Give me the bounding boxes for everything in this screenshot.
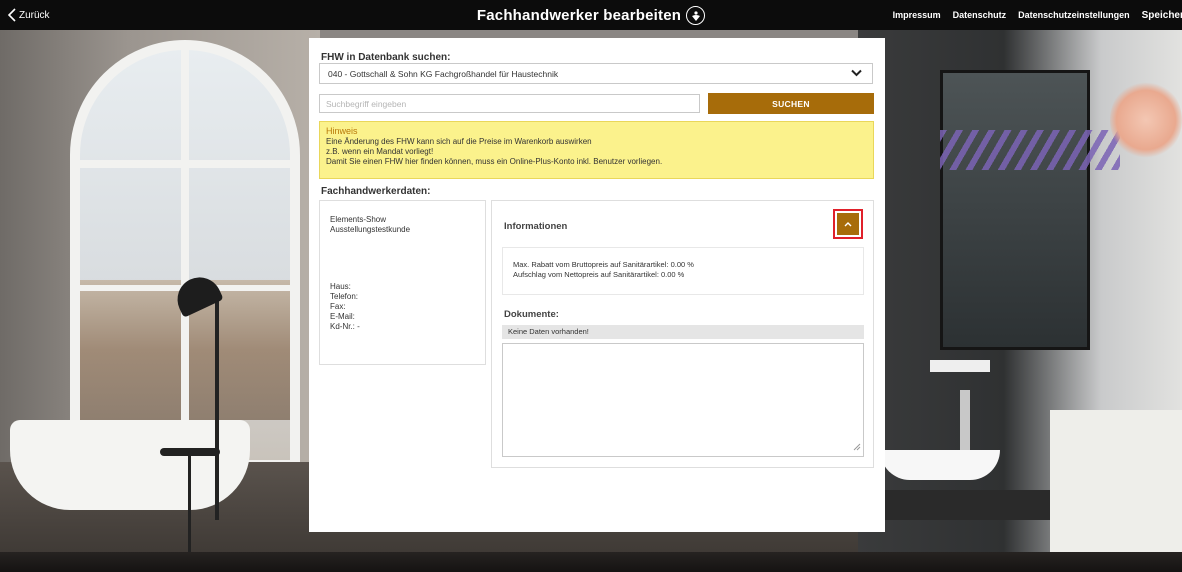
- scene-window-transom: [80, 160, 290, 168]
- hint-line: Damit Sie einen FHW hier finden können, …: [326, 157, 663, 166]
- scene-cabinet: [1050, 410, 1182, 570]
- documents-textarea[interactable]: [502, 343, 864, 457]
- search-input[interactable]: [319, 94, 700, 113]
- fhw-database-select[interactable]: 040 - Gottschall & Sohn KG Fachgroßhande…: [319, 63, 873, 84]
- scene-sink: [880, 450, 1000, 480]
- max-discount-text: Max. Rabatt vom Bruttopreis auf Sanitära…: [513, 260, 694, 269]
- scene-stool-leg: [188, 454, 191, 554]
- info-title: Informationen: [504, 221, 568, 232]
- fhw-name-line: Ausstellungstestkunde: [330, 225, 411, 234]
- documents-empty-row: Keine Daten vorhanden!: [502, 325, 864, 339]
- hint-box: Hinweis Eine Änderung des FHW kann sich …: [319, 121, 874, 179]
- surcharge-text: Aufschlag vom Nettopreis auf Sanitärarti…: [513, 270, 685, 279]
- scene-lamp-pole: [215, 290, 219, 520]
- top-nav-links: Impressum Datenschutz Datenschutzeinstel…: [893, 10, 1182, 21]
- nav-link-datenschutz[interactable]: Datenschutz: [953, 10, 1007, 21]
- fhw-contact-kdnr: Kd-Nr.: -: [330, 322, 360, 331]
- hint-line: Eine Änderung des FHW kann sich auf die …: [326, 137, 592, 146]
- nav-link-impressum[interactable]: Impressum: [893, 10, 941, 21]
- scene-shelf: [930, 360, 990, 372]
- collapse-button-face: [837, 213, 859, 235]
- fhw-contact-email: E-Mail:: [330, 312, 355, 321]
- scene-flowers: [1110, 80, 1182, 160]
- scene-window-mullion: [181, 50, 189, 460]
- resize-grip-icon[interactable]: [853, 442, 861, 454]
- documents-label: Dokumente:: [504, 309, 559, 320]
- fhw-address-box: Elements-Show Ausstellungstestkunde Haus…: [319, 200, 486, 365]
- scene-faucet: [960, 390, 970, 450]
- db-search-label: FHW in Datenbank suchen:: [321, 52, 451, 63]
- scene-window: [70, 40, 300, 470]
- scene-bathtub: [10, 420, 250, 510]
- fhw-name-line: Elements-Show: [330, 215, 387, 224]
- search-button[interactable]: SUCHEN: [708, 93, 874, 114]
- nav-link-datenschutzeinstellungen[interactable]: Datenschutzeinstellungen: [1018, 10, 1130, 21]
- fhw-contact-telefon: Telefon:: [330, 292, 359, 301]
- fhw-contact-fax: Fax:: [330, 302, 346, 311]
- save-button[interactable]: Speichern: [1142, 10, 1182, 21]
- page-title-text: Fachhandwerker bearbeiten: [476, 7, 682, 24]
- select-value: 040 - Gottschall & Sohn KG Fachgroßhande…: [328, 68, 559, 79]
- info-panel: Informationen Max. Rabatt vom Bruttoprei…: [491, 200, 874, 468]
- scene-bottom-strip: [0, 552, 1182, 572]
- collapse-info-button[interactable]: [833, 209, 863, 239]
- scene-lavender: [940, 130, 1120, 170]
- chevron-down-icon: [851, 69, 862, 79]
- fhw-contact-haus: Haus:: [330, 282, 351, 291]
- brand-logo-icon: [686, 6, 706, 25]
- fhw-data-label: Fachhandwerkerdaten:: [321, 186, 431, 197]
- scene-mirror: [940, 70, 1090, 350]
- edit-card: FHW in Datenbank suchen: 040 - Gottschal…: [309, 38, 885, 532]
- discount-rates-box: Max. Rabatt vom Bruttopreis auf Sanitära…: [502, 247, 864, 295]
- chevron-up-icon: [844, 218, 852, 230]
- hint-title: Hinweis: [326, 126, 358, 136]
- hint-line: z.B. wenn ein Mandat vorliegt!: [326, 147, 434, 156]
- top-bar: Zurück Fachhandwerker bearbeiten Impress…: [0, 0, 1182, 30]
